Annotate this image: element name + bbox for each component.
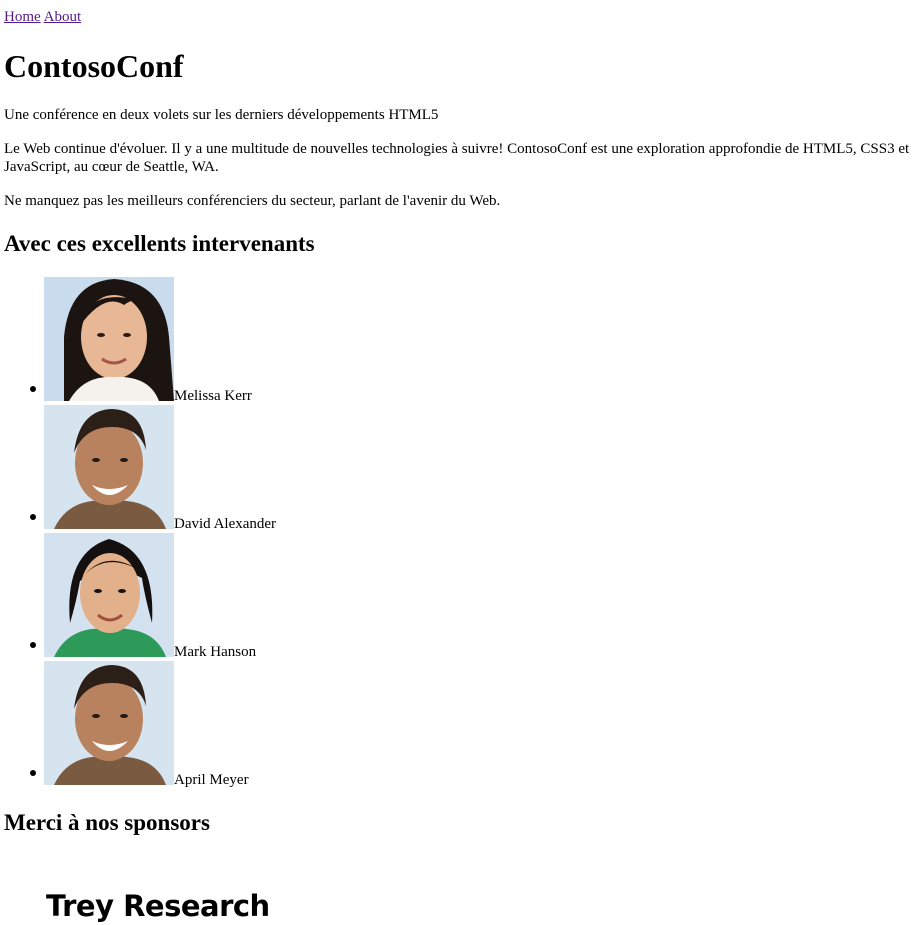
sponsors-heading: Merci à nos sponsors bbox=[4, 810, 210, 835]
speaker-photo-david-alexander bbox=[44, 405, 174, 529]
speaker-name: Melissa Kerr bbox=[174, 388, 252, 404]
top-nav: Home About bbox=[4, 8, 81, 26]
speaker-name: Mark Hanson bbox=[174, 644, 257, 660]
sponsor-logo-trey-research: Trey Research bbox=[46, 889, 270, 923]
bullet-icon bbox=[30, 514, 36, 520]
bullet-icon bbox=[30, 386, 36, 392]
nav-link-about[interactable]: About bbox=[44, 9, 82, 25]
speaker-photo-melissa-kerr bbox=[44, 277, 174, 401]
bullet-icon bbox=[30, 770, 36, 776]
bullet-icon bbox=[30, 642, 36, 648]
speaker-name: David Alexander bbox=[174, 516, 277, 532]
speaker-photo-mark-hanson bbox=[44, 533, 174, 657]
page-title: ContosoConf bbox=[4, 48, 184, 84]
tagline: Une conférence en deux volets sur les de… bbox=[4, 107, 439, 123]
nav-link-home[interactable]: Home bbox=[4, 9, 41, 25]
cta-paragraph: Ne manquez pas les meilleurs conférencie… bbox=[4, 193, 501, 209]
intro-paragraph: Le Web continue d'évoluer. Il y a une mu… bbox=[4, 141, 910, 175]
speaker-photo-april-meyer bbox=[44, 661, 174, 785]
speaker-name: April Meyer bbox=[174, 772, 249, 788]
speakers-heading: Avec ces excellents intervenants bbox=[4, 231, 315, 256]
